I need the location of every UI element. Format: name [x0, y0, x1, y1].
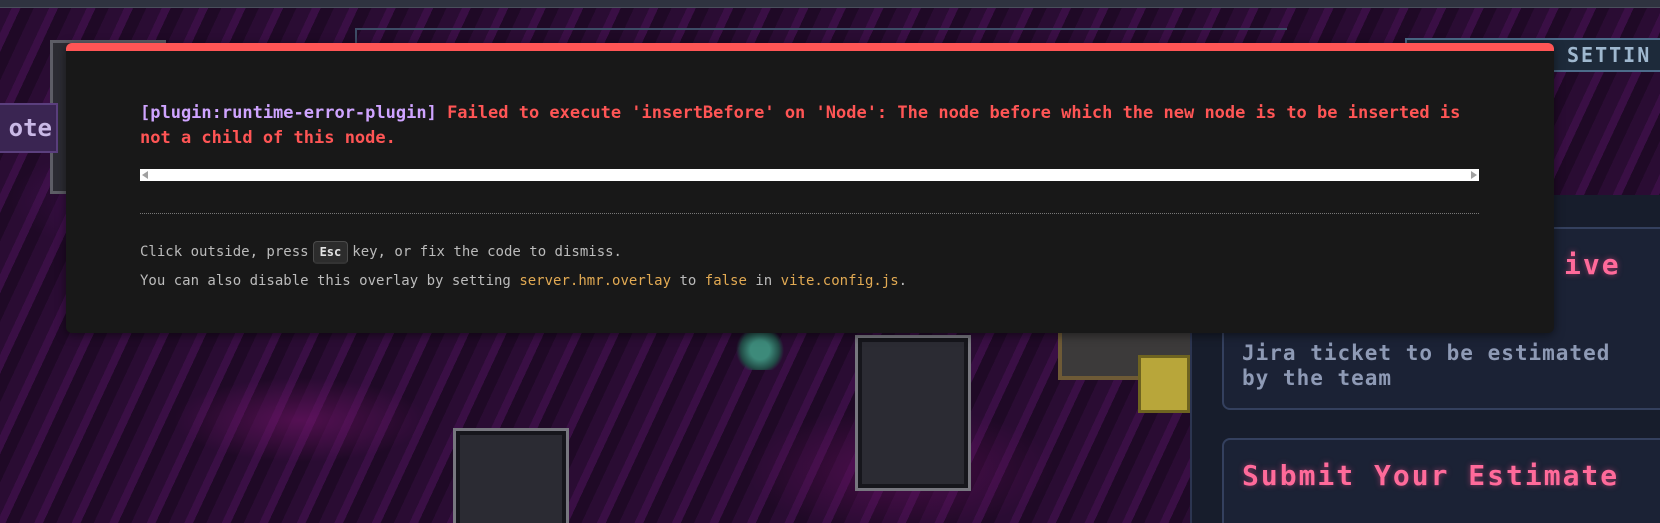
config-value: false — [704, 273, 747, 289]
wall-poster — [453, 428, 569, 523]
scroll-left-icon[interactable] — [142, 171, 148, 179]
disable-tip-in: in — [755, 273, 773, 289]
dismiss-tip: Click outside, press Esc key, or fix the c… — [140, 241, 622, 264]
esc-key: Esc — [312, 241, 349, 264]
error-plugin-name: [plugin:runtime-error-plugin] — [140, 103, 437, 123]
active-ticket-title: ive — [1564, 248, 1621, 281]
submit-estimate-card: Submit Your Estimate — [1222, 438, 1660, 523]
dismiss-tip-prefix: Click outside, press — [140, 244, 309, 260]
active-ticket-description: Jira ticket to be estimated by the team — [1242, 341, 1611, 390]
config-option: server.hmr.overlay — [519, 273, 672, 289]
browser-top-strip — [0, 0, 1660, 8]
error-message: [plugin:runtime-error-plugin] Failed to … — [140, 101, 1480, 151]
disable-tip: You can also disable this overlay by set… — [140, 273, 907, 289]
horizontal-scrollbar[interactable] — [140, 169, 1479, 181]
config-file: vite.config.js — [780, 273, 899, 289]
wall-poster — [855, 335, 971, 491]
wall-sign — [1138, 355, 1190, 413]
error-overlay[interactable]: [plugin:runtime-error-plugin] Failed to … — [66, 43, 1554, 333]
plant-decoration — [735, 330, 785, 370]
disable-tip-to: to — [679, 273, 697, 289]
submit-estimate-title: Submit Your Estimate — [1242, 459, 1620, 492]
disable-tip-prefix: You can also disable this overlay by set… — [140, 273, 511, 289]
scroll-right-icon[interactable] — [1471, 171, 1477, 179]
overlay-divider — [140, 213, 1479, 214]
note-button[interactable]: ote — [0, 103, 58, 153]
disable-tip-period: . — [898, 273, 908, 289]
dismiss-tip-suffix: key, or fix the code to dismiss. — [352, 244, 622, 260]
